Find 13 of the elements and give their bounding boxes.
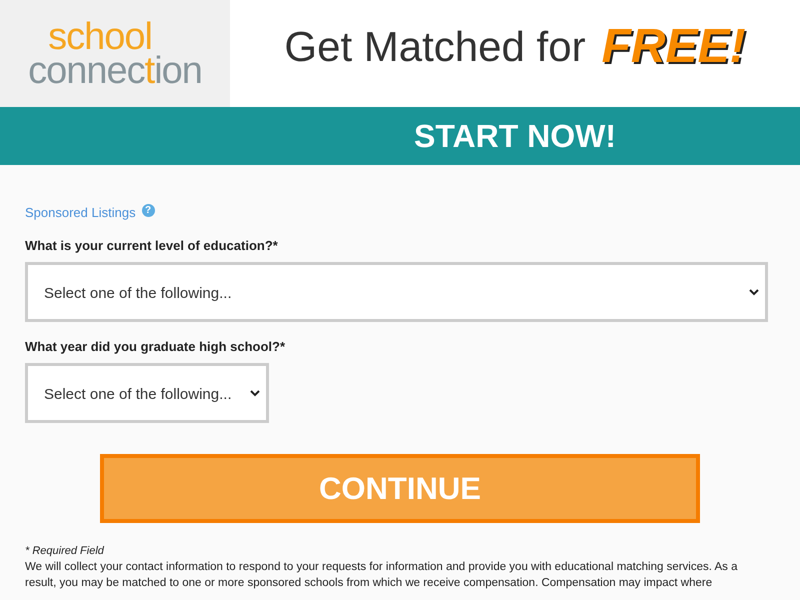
free-emphasis: FREE! — [602, 19, 746, 74]
help-icon[interactable]: ? — [142, 204, 155, 217]
sponsored-listings-link[interactable]: Sponsored Listings — [25, 205, 136, 220]
dropdown[interactable]: Select one of the following... — [25, 262, 768, 322]
headline: Get Matched for — [284, 22, 586, 70]
question-label: What year did you graduate high school?* — [25, 339, 286, 354]
logo: school connection — [28, 20, 202, 88]
required-field-note: * Required Field — [25, 545, 106, 557]
disclosure-text: We will collect your contact information to respond to your requests for information and provide you with educational matching services. As a result, you may be matched to one or more sponsored schools from which we receive compensation. Compensation may impact where — [25, 560, 739, 591]
question-label: What is your current level of education?* — [25, 238, 279, 253]
continue-button[interactable]: CONTINUE — [100, 454, 700, 523]
start-now-banner-title: START NOW! — [414, 118, 616, 154]
dropdown[interactable]: Select one of the following... — [25, 363, 269, 423]
